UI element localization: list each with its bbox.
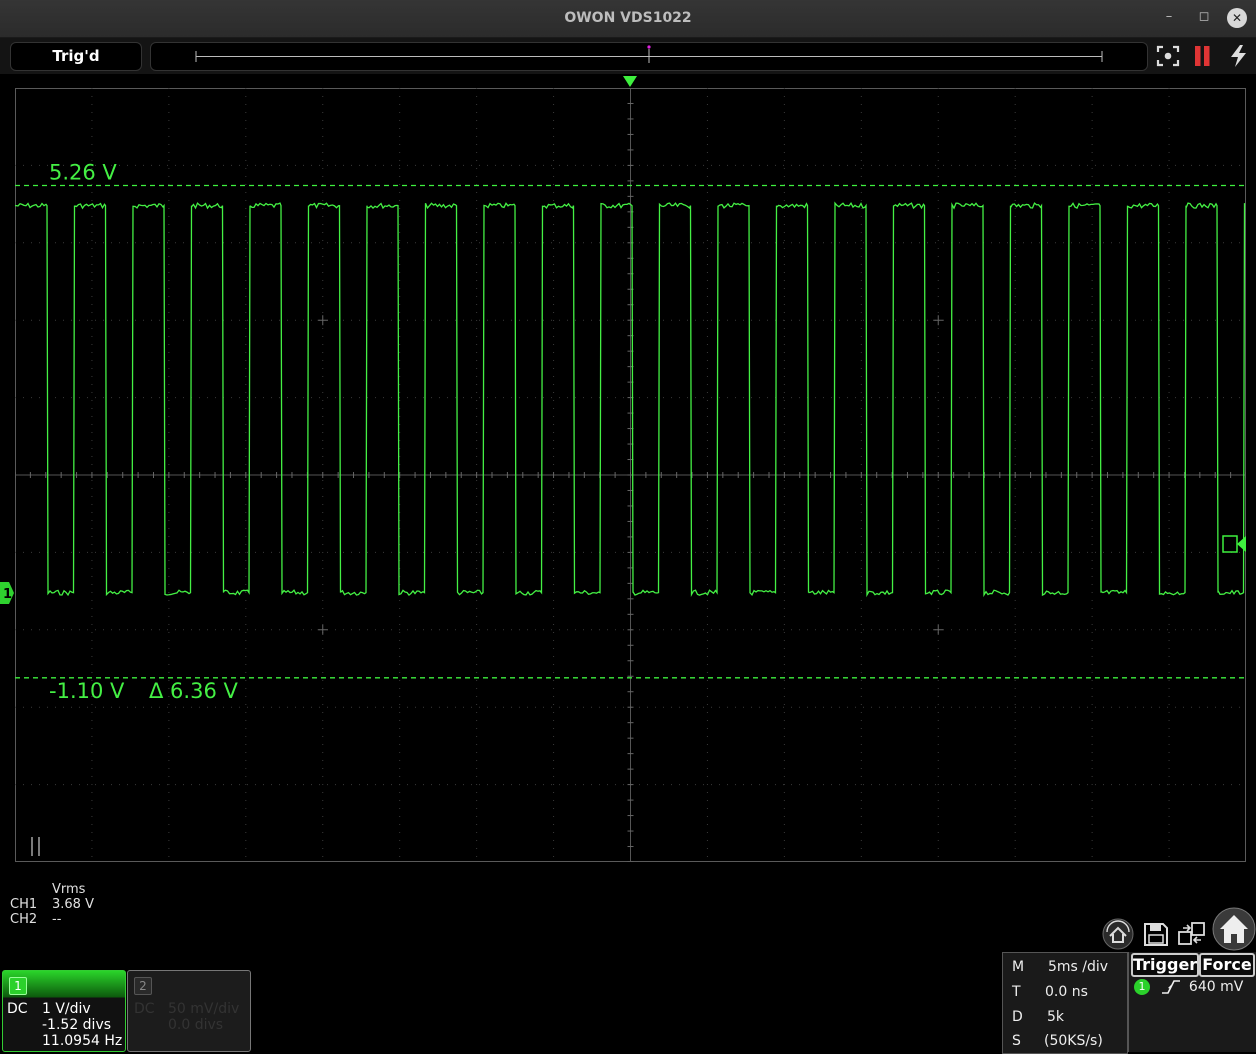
trigger-source-badge: 1 <box>1134 979 1150 995</box>
trigger-level: 640 mV <box>1188 979 1244 995</box>
timebase-row-depth[interactable]: D 5k <box>1003 1005 1127 1030</box>
rising-edge-icon <box>1162 980 1181 994</box>
ch1-panel[interactable]: 1 DC 1 V/div -1.52 divs 11.0954 Hz <box>2 970 126 1052</box>
timebase-row-main[interactable]: M 5ms /div <box>1003 955 1127 980</box>
ch2-coupling: DC <box>134 1001 155 1017</box>
timebase-panel[interactable]: M 5ms /div T 0.0 ns D 5k S (50KS/s) <box>1002 952 1128 1054</box>
force-button[interactable]: Force <box>1199 953 1255 977</box>
control-icon-group <box>1100 905 1256 953</box>
ch1-frequency: 11.0954 Hz <box>42 1033 123 1049</box>
ch1-coupling: DC <box>7 1001 28 1017</box>
waveform-graticule: 5.26 V -1.10 V Δ 6.36 V <box>14 75 1247 863</box>
timebase-row-sample-rate[interactable]: S (50KS/s) <box>1003 1029 1127 1054</box>
ch1-ground-marker-label: 1 <box>3 587 12 602</box>
title-bar: OWON VDS1022 – ◻ ✕ <box>0 0 1256 38</box>
memory-position-bar-graphic <box>195 45 1103 63</box>
close-icon[interactable]: ✕ <box>1227 8 1247 28</box>
window-title: OWON VDS1022 <box>564 10 692 26</box>
ch1-number: 1 <box>9 977 27 995</box>
auto-icon[interactable] <box>1226 44 1252 68</box>
trigger-button[interactable]: Trigger <box>1131 953 1199 977</box>
ch1-ground-marker[interactable]: 1 <box>0 582 14 604</box>
time-trigger-marker[interactable] <box>622 75 638 88</box>
trigger-info[interactable]: 1 640 mV <box>1134 978 1243 996</box>
ch1-scale: 1 V/div <box>42 1001 91 1017</box>
waveform-display[interactable]: 5.26 V -1.10 V Δ 6.36 V <box>14 75 1247 863</box>
cursor-upper-label: 5.26 V <box>49 161 117 185</box>
trigger-panel: Trigger Force 1 640 mV <box>1128 952 1256 1052</box>
auto-setup-icon[interactable] <box>1101 918 1135 950</box>
ch1-offset: -1.52 divs <box>42 1017 112 1033</box>
timebase-row-trigger-time[interactable]: T 0.0 ns <box>1003 980 1127 1005</box>
toolbar: Trig'd <box>0 38 1256 74</box>
trigger-status-indicator[interactable]: Trig'd <box>10 42 142 71</box>
maximize-icon[interactable]: ◻ <box>1193 6 1215 28</box>
minimize-icon[interactable]: – <box>1158 6 1180 28</box>
cursor-delta-label: Δ 6.36 V <box>149 679 238 703</box>
stop-icon[interactable] <box>1190 44 1216 68</box>
ch2-scale: 50 mV/div <box>168 1001 240 1017</box>
measurement-header: Vrms <box>52 882 86 897</box>
measurement-row-ch1: CH1 3.68 V <box>10 897 94 912</box>
ch2-panel[interactable]: 2 DC 50 mV/div 0.0 divs <box>127 970 251 1052</box>
cursor-lower-label: -1.10 V <box>49 679 125 703</box>
measurement-readout: Vrms CH1 3.68 V CH2 -- <box>10 882 94 927</box>
home-icon[interactable] <box>1212 907 1256 951</box>
measurement-row-ch2: CH2 -- <box>10 912 62 927</box>
fullscreen-icon[interactable] <box>1155 44 1181 68</box>
memory-position-bar[interactable] <box>150 42 1148 71</box>
save-icon[interactable] <box>1141 920 1171 948</box>
ch2-number: 2 <box>134 977 152 995</box>
transfer-icon[interactable] <box>1176 919 1208 949</box>
ch2-offset: 0.0 divs <box>168 1017 224 1033</box>
